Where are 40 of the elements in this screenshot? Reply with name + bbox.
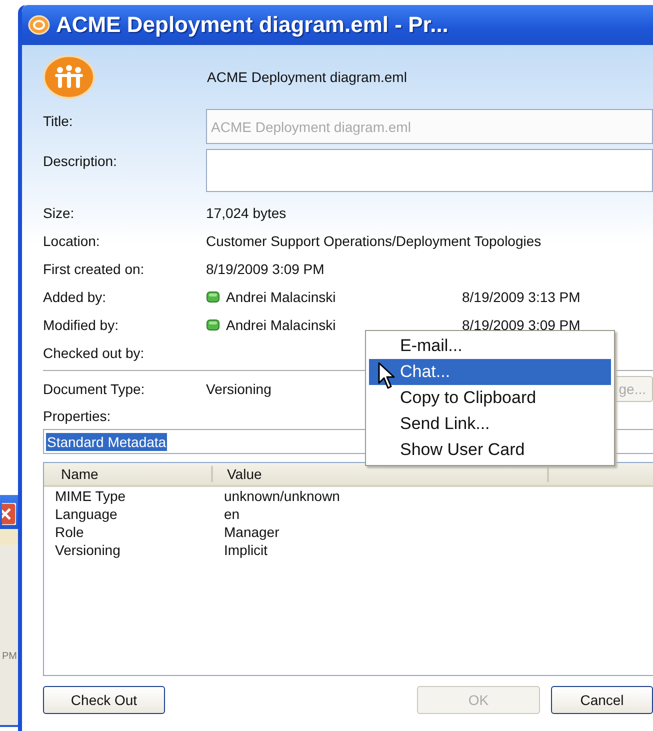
field-label: Description: — [43, 152, 118, 171]
dialog-button[interactable]: Check Out — [43, 686, 165, 714]
window-title: ACME Deployment diagram.eml - Pr... — [56, 12, 448, 38]
table-cell-text: Implicit — [223, 542, 268, 558]
close-icon[interactable] — [2, 503, 16, 525]
detail-label: Size: — [43, 205, 76, 221]
properties-label: Properties: — [43, 408, 111, 424]
detail-value: 8/19/2009 3:09 PM — [206, 261, 326, 277]
table-cell-text: MIME Type — [54, 488, 127, 504]
detail-label: Added by: — [43, 289, 108, 305]
file-name: ACME Deployment diagram.eml — [207, 69, 407, 85]
detail-value: Customer Support Operations/Deployment Topologies — [206, 233, 542, 249]
detail-label: Modified by: — [43, 317, 120, 333]
person-link[interactable]: Andrei Malacinski — [226, 317, 336, 333]
description-field[interactable] — [206, 149, 653, 192]
detail-label: First created on: — [43, 261, 146, 277]
dialog-button[interactable]: Cancel — [551, 686, 653, 714]
table-cell-text: Manager — [223, 524, 280, 540]
detail-date: 8/19/2009 3:13 PM — [462, 289, 582, 305]
detail-date: 8/19/2009 3:09 PM — [462, 317, 582, 333]
app-icon — [28, 15, 50, 35]
status-icon — [206, 319, 220, 331]
table-cell-text: Language — [54, 506, 118, 522]
table-cell-text: Role — [54, 524, 85, 540]
table-cell-text: Versioning — [54, 542, 122, 558]
detail-value: Versioning — [206, 381, 272, 397]
menu-item[interactable]: E-mail... — [369, 333, 611, 359]
detail-label: Document Type: — [43, 381, 146, 397]
people-logo-icon — [43, 55, 95, 99]
field-label: Title: — [43, 112, 74, 131]
status-icon — [206, 291, 220, 303]
menu-item[interactable]: Chat... — [369, 359, 611, 385]
detail-label: Location: — [43, 233, 101, 249]
column-header[interactable]: Name — [44, 466, 213, 482]
table-cell-text: unknown/unknown — [223, 488, 340, 504]
detail-value: 17,024 bytes — [206, 205, 288, 221]
person-link[interactable]: Andrei Malacinski — [226, 289, 336, 305]
table-cell-text: en — [223, 506, 240, 522]
detail-label: Checked out by: — [43, 345, 146, 361]
time-text: PM — [2, 651, 17, 662]
